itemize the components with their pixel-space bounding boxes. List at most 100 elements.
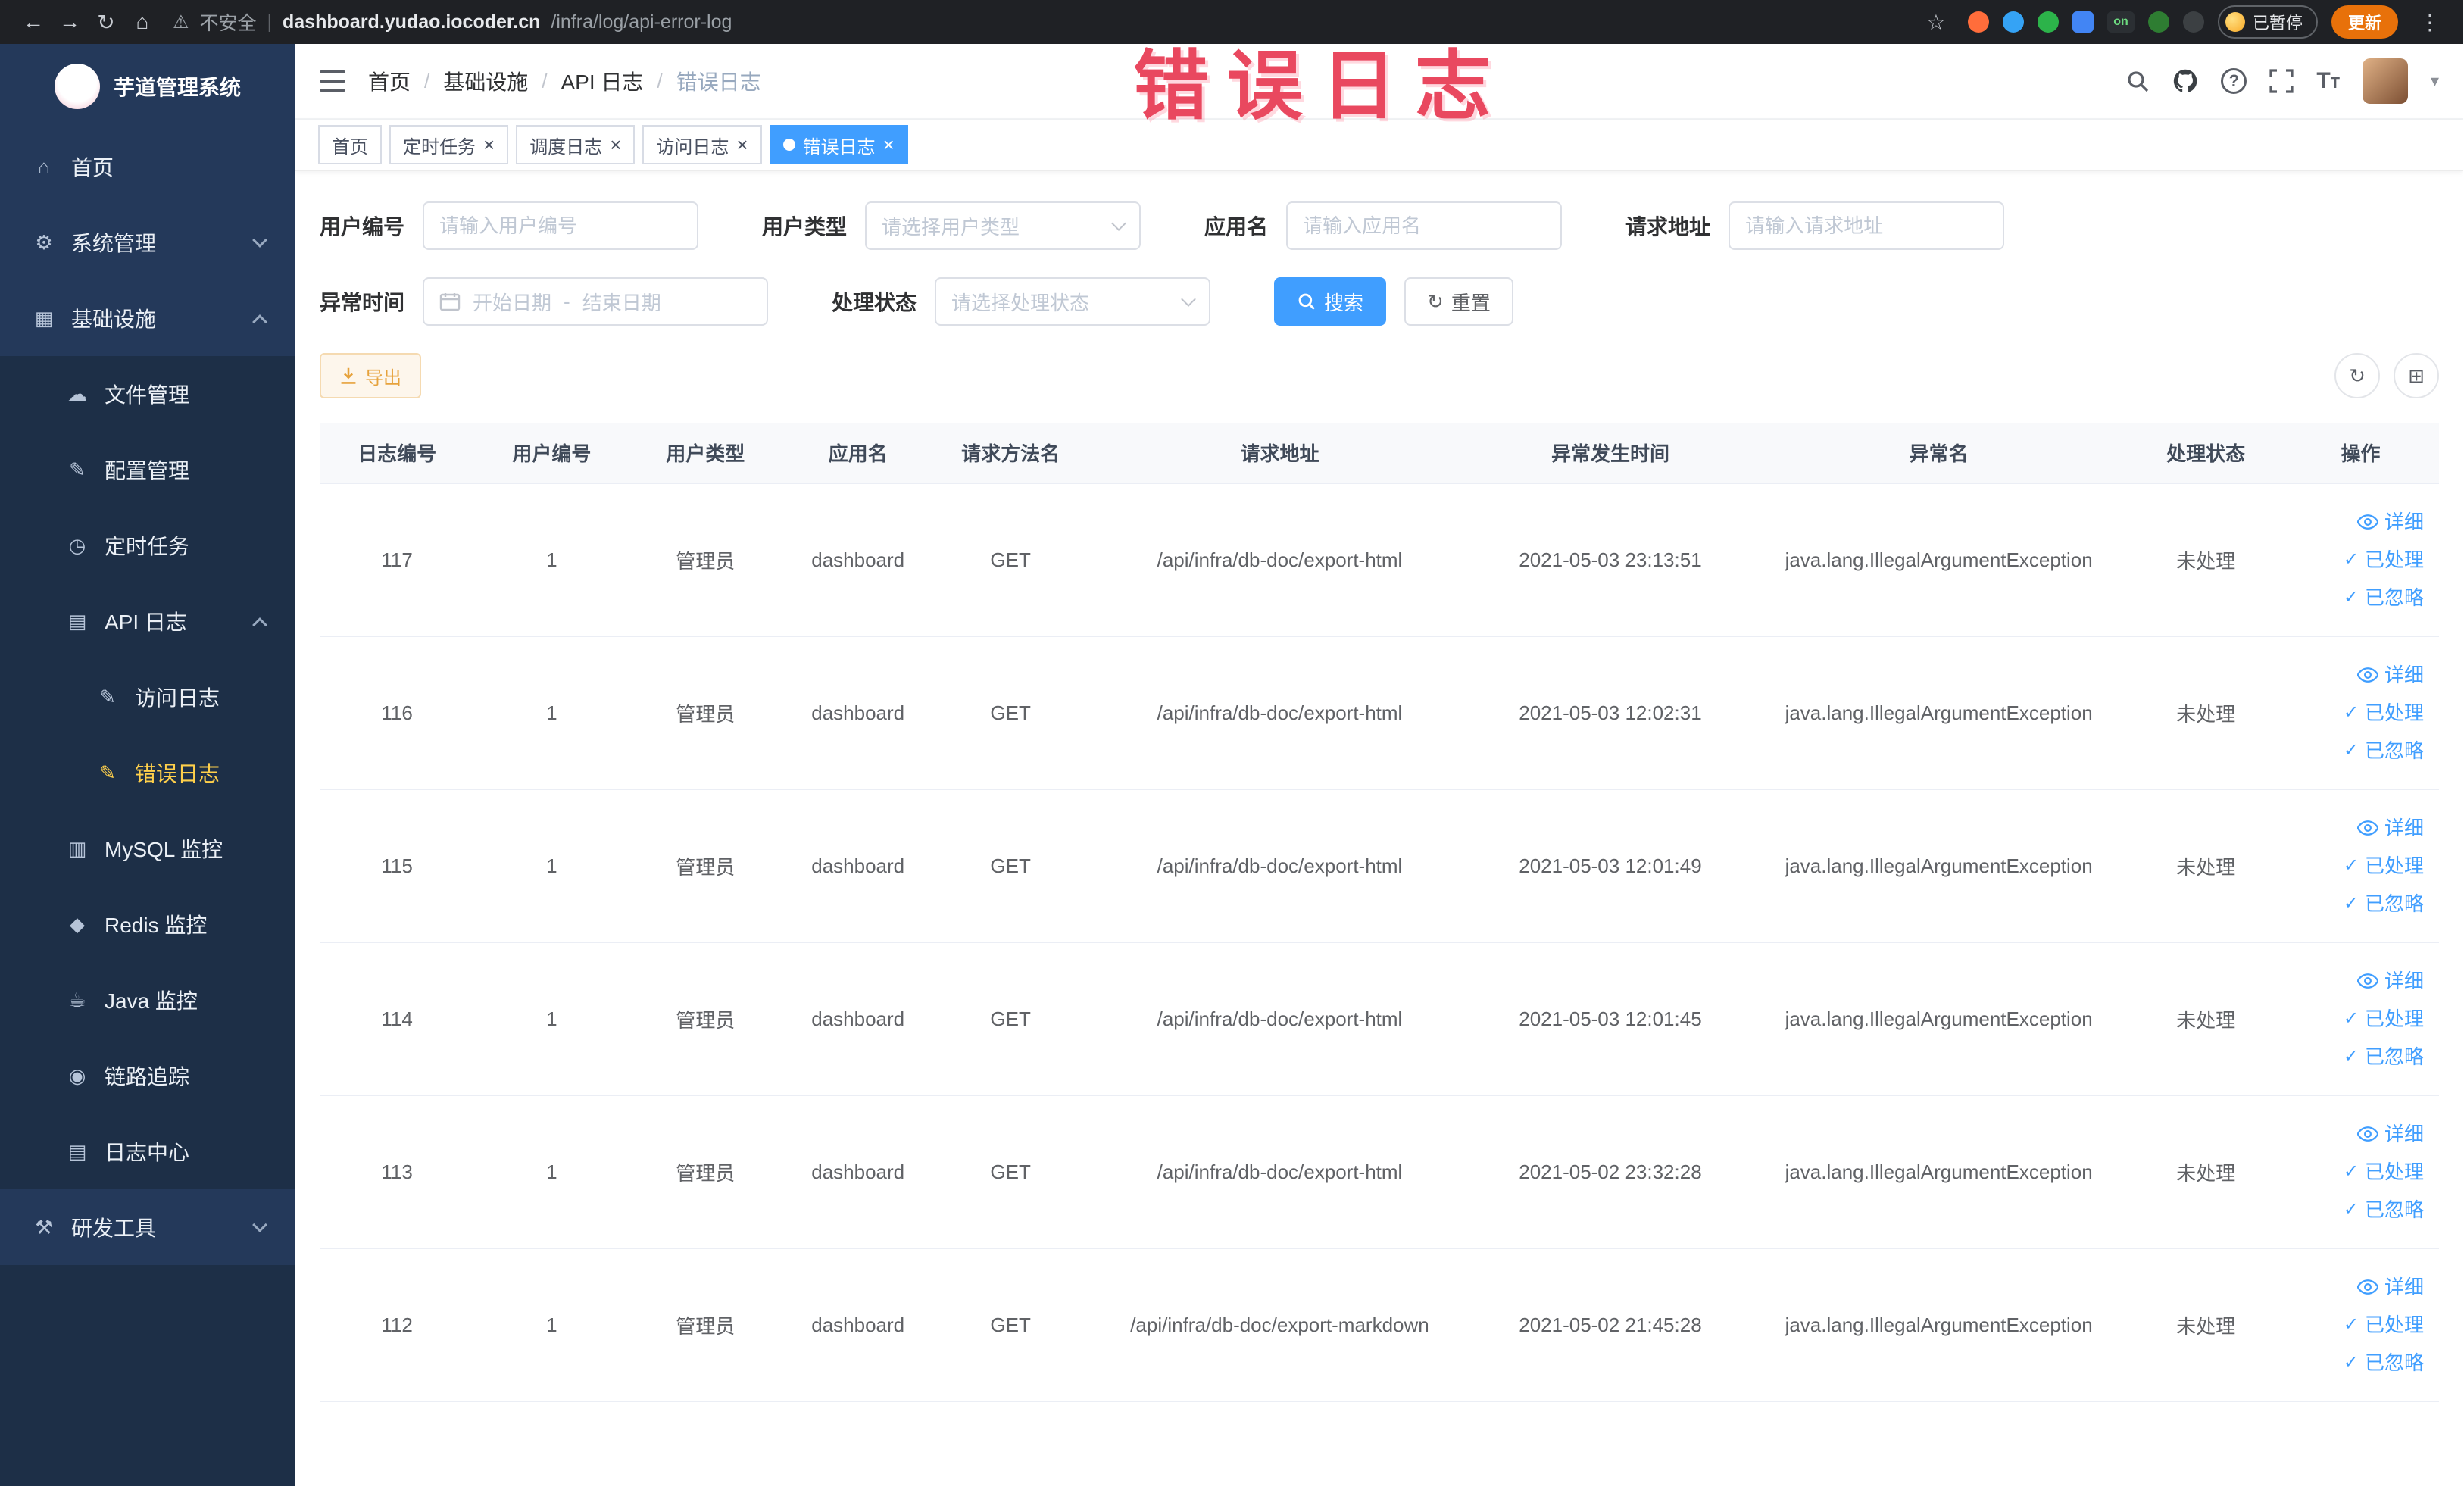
extension-icon[interactable] [2147, 11, 2169, 33]
check-icon: ✓ [2343, 740, 2359, 761]
sidebar-item-config-management[interactable]: ✎ 配置管理 [0, 432, 295, 508]
exception-time-range-picker[interactable]: 开始日期 - 结束日期 [423, 277, 769, 326]
mark-ignored-link[interactable]: ✓ 已忽略 [2282, 885, 2424, 923]
mark-ignored-link[interactable]: ✓ 已忽略 [2282, 732, 2424, 770]
extension-icon[interactable] [1967, 11, 1989, 33]
close-icon[interactable]: × [736, 135, 748, 155]
column-header-user-type: 用户类型 [629, 423, 782, 484]
browser-home-icon[interactable]: ⌂ [124, 10, 161, 34]
sidebar-item-file-management[interactable]: ☁ 文件管理 [0, 356, 295, 432]
extension-icon[interactable] [2182, 11, 2204, 33]
sidebar-item-infrastructure[interactable]: ▦ 基础设施 [0, 280, 295, 356]
bookmark-star-icon[interactable]: ☆ [1918, 10, 1954, 35]
user-type-select[interactable]: 请选择用户类型 [865, 201, 1141, 250]
process-status-select[interactable]: 请选择处理状态 [935, 277, 1211, 326]
column-header-exception-name: 异常名 [1747, 423, 2130, 484]
chevron-down-icon[interactable]: ▾ [2431, 71, 2439, 91]
profile-paused-badge[interactable]: 已暂停 [2217, 5, 2318, 39]
breadcrumb-infrastructure[interactable]: 基础设施 [443, 66, 528, 96]
extension-on-icon[interactable]: on [2106, 11, 2135, 33]
hamburger-icon[interactable] [320, 70, 345, 92]
detail-link[interactable]: 详细 [2282, 809, 2424, 847]
sidebar-item-label: MySQL 监控 [105, 838, 223, 861]
tab-access-log[interactable]: 访问日志 × [642, 125, 762, 164]
app-name-input[interactable] [1286, 201, 1563, 250]
sidebar-item-label: 链路追踪 [105, 1065, 190, 1089]
cell-request-method: GET [934, 636, 1087, 790]
detail-link[interactable]: 详细 [2282, 656, 2424, 694]
check-icon: ✓ [2343, 1352, 2359, 1373]
detail-link-label: 详细 [2384, 1276, 2424, 1298]
address-bar[interactable]: ⚠ 不安全 | dashboard.yudao.iocoder.cn/infra… [173, 8, 1906, 36]
export-button[interactable]: 导出 [320, 353, 421, 398]
help-icon[interactable]: ? [2221, 68, 2247, 94]
sidebar-item-access-log[interactable]: ✎ 访问日志 [0, 659, 295, 735]
search-button[interactable]: 搜索 [1274, 277, 1387, 326]
close-icon[interactable]: × [483, 135, 495, 155]
sidebar-item-system-management[interactable]: ⚙ 系统管理 [0, 205, 295, 280]
sidebar-item-mysql-monitor[interactable]: ▥ MySQL 监控 [0, 811, 295, 886]
mark-processed-link[interactable]: ✓ 已处理 [2282, 541, 2424, 579]
breadcrumb-home[interactable]: 首页 [368, 66, 411, 96]
reset-button[interactable]: ↻ 重置 [1404, 277, 1513, 326]
back-icon[interactable]: ← [15, 10, 52, 34]
fullscreen-icon[interactable] [2269, 69, 2294, 93]
chevron-up-icon [252, 617, 267, 633]
reload-icon[interactable]: ↻ [88, 10, 124, 35]
sidebar-item-dev-tools[interactable]: ⚒ 研发工具 [0, 1189, 295, 1265]
detail-link[interactable]: 详细 [2282, 1268, 2424, 1306]
github-icon[interactable] [2172, 68, 2198, 94]
request-url-input[interactable] [1729, 201, 2005, 250]
user-id-input[interactable] [423, 201, 699, 250]
search-icon[interactable] [2125, 69, 2150, 93]
mark-ignored-link[interactable]: ✓ 已忽略 [2282, 1038, 2424, 1076]
date-range-separator: - [564, 289, 570, 313]
chrome-update-button[interactable]: 更新 [2331, 5, 2398, 39]
tab-schedule-log[interactable]: 调度日志 × [516, 125, 636, 164]
cell-process-status: 未处理 [2129, 1248, 2282, 1402]
mark-ignored-link[interactable]: ✓ 已忽略 [2282, 579, 2424, 617]
close-icon[interactable]: × [883, 135, 895, 155]
sidebar-item-log-center[interactable]: ▤ 日志中心 [0, 1114, 295, 1189]
sidebar-item-error-log[interactable]: ✎ 错误日志 [0, 735, 295, 811]
sidebar-item-api-log[interactable]: ▤ API 日志 [0, 583, 295, 659]
sidebar-item-scheduled-jobs[interactable]: ◷ 定时任务 [0, 508, 295, 583]
breadcrumb-error-log: 错误日志 [676, 70, 761, 94]
mark-processed-link[interactable]: ✓ 已处理 [2282, 847, 2424, 885]
cell-log-id: 113 [320, 1095, 475, 1249]
column-settings-button[interactable]: ⊞ [2394, 353, 2439, 398]
mark-processed-link[interactable]: ✓ 已处理 [2282, 694, 2424, 732]
sidebar-item-trace[interactable]: ◉ 链路追踪 [0, 1038, 295, 1114]
breadcrumb-api-log[interactable]: API 日志 [561, 66, 644, 96]
detail-link[interactable]: 详细 [2282, 503, 2424, 541]
detail-link[interactable]: 详细 [2282, 1115, 2424, 1153]
extension-icon[interactable] [2072, 11, 2094, 33]
tab-scheduled-jobs[interactable]: 定时任务 × [389, 125, 509, 164]
app-title: 芋道管理系统 [113, 76, 241, 99]
exception-time-label: 异常时间 [320, 291, 405, 314]
sidebar-item-home[interactable]: ⌂ 首页 [0, 129, 295, 205]
cell-exception-name: java.lang.IllegalArgumentException [1747, 789, 2130, 943]
sidebar-item-java-monitor[interactable]: ☕ Java 监控 [0, 962, 295, 1038]
detail-link[interactable]: 详细 [2282, 962, 2424, 1000]
close-icon[interactable]: × [610, 135, 621, 155]
paused-label: 已暂停 [2252, 14, 2303, 33]
font-size-icon[interactable]: TT [2316, 68, 2340, 94]
not-secure-label: 不安全 [199, 13, 257, 34]
tab-home[interactable]: 首页 [318, 125, 382, 164]
refresh-button[interactable]: ↻ [2334, 353, 2380, 398]
user-avatar[interactable] [2362, 58, 2408, 104]
cell-exception-name: java.lang.IllegalArgumentException [1747, 636, 2130, 790]
browser-menu-icon[interactable]: ⋮ [2412, 10, 2448, 35]
mark-processed-link[interactable]: ✓ 已处理 [2282, 1306, 2424, 1344]
extension-icon[interactable] [2037, 11, 2059, 33]
mark-ignored-link[interactable]: ✓ 已忽略 [2282, 1191, 2424, 1229]
cell-request-url: /api/infra/db-doc/export-html [1086, 789, 1473, 943]
extension-icon[interactable] [2002, 11, 2024, 33]
forward-icon[interactable]: → [52, 10, 88, 34]
mark-processed-link[interactable]: ✓ 已处理 [2282, 1153, 2424, 1191]
sidebar-item-redis-monitor[interactable]: ◆ Redis 监控 [0, 886, 295, 962]
tab-error-log[interactable]: 错误日志 × [769, 125, 908, 164]
mark-processed-link[interactable]: ✓ 已处理 [2282, 1000, 2424, 1038]
mark-ignored-link[interactable]: ✓ 已忽略 [2282, 1344, 2424, 1382]
